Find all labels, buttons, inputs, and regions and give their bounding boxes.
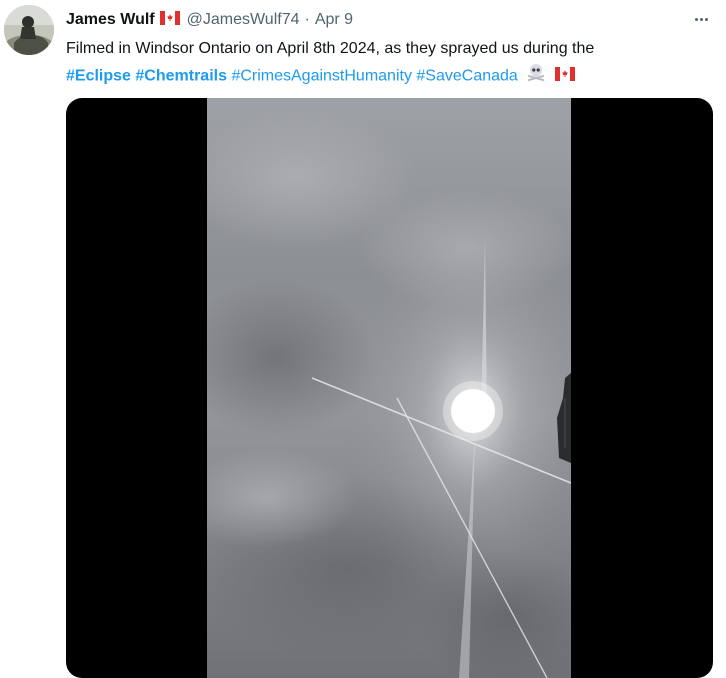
hashtag-eclipse[interactable]: #Eclipse bbox=[66, 68, 131, 85]
video-frame bbox=[207, 98, 571, 678]
hashtag-save-canada[interactable]: #SaveCanada bbox=[416, 68, 517, 85]
author-handle[interactable]: @JamesWulf74 bbox=[187, 11, 300, 29]
video-player[interactable] bbox=[66, 98, 713, 678]
skull-and-crossbones-icon bbox=[526, 62, 546, 91]
canada-flag-icon bbox=[554, 64, 575, 90]
avatar[interactable] bbox=[4, 5, 54, 55]
canada-flag-icon bbox=[159, 10, 180, 30]
more-options-icon[interactable] bbox=[688, 10, 714, 28]
separator-dot: · bbox=[304, 11, 310, 28]
hashtag-crimes-against-humanity[interactable]: #CrimesAgainstHumanity bbox=[231, 68, 412, 85]
author-name[interactable]: James Wulf bbox=[66, 11, 155, 29]
tweet-text: Filmed in Windsor Ontario on April 8th 2… bbox=[66, 36, 716, 91]
hashtag-chemtrails[interactable]: #Chemtrails bbox=[135, 68, 227, 85]
tweet-header: James Wulf @JamesWulf74 · Apr 9 bbox=[66, 8, 353, 32]
tweet-date[interactable]: Apr 9 bbox=[315, 11, 353, 29]
avatar-image bbox=[4, 5, 54, 55]
tweet-text-body: Filmed in Windsor Ontario on April 8th 2… bbox=[66, 40, 595, 57]
